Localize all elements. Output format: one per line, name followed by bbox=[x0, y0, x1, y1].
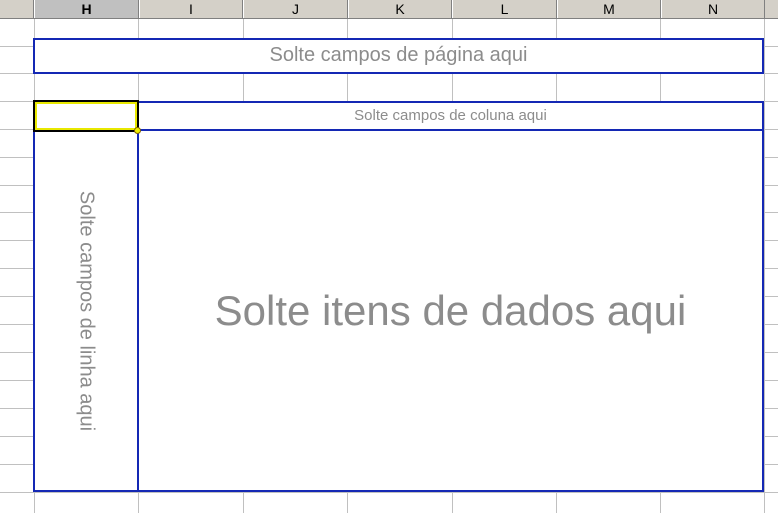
column-header-k[interactable]: K bbox=[348, 0, 452, 18]
data-zone-label: Solte itens de dados aqui bbox=[214, 286, 687, 334]
row-zone-label: Solte campos de linha aqui bbox=[75, 190, 98, 431]
column-header-m[interactable]: M bbox=[557, 0, 661, 18]
column-fields-drop-zone[interactable]: Solte campos de coluna aqui bbox=[137, 101, 764, 131]
gridline bbox=[0, 492, 778, 493]
active-cell-selection[interactable] bbox=[33, 100, 139, 132]
page-fields-drop-zone[interactable]: Solte campos de página aqui bbox=[33, 38, 764, 74]
column-zone-label: Solte campos de coluna aqui bbox=[354, 107, 547, 124]
row-fields-drop-zone[interactable]: Solte campos de linha aqui bbox=[33, 129, 139, 492]
spreadsheet-area[interactable]: H I J K L M N Solte campos de página aqu… bbox=[0, 0, 778, 513]
gridline bbox=[764, 19, 765, 513]
column-header-n[interactable]: N bbox=[661, 0, 765, 18]
column-header-i[interactable]: I bbox=[139, 0, 243, 18]
data-items-drop-zone[interactable]: Solte itens de dados aqui bbox=[137, 129, 764, 492]
column-header-l[interactable]: L bbox=[452, 0, 557, 18]
column-header-bar: H I J K L M N bbox=[0, 0, 778, 19]
column-header-j[interactable]: J bbox=[243, 0, 348, 18]
fill-handle[interactable] bbox=[134, 127, 141, 134]
column-header-h[interactable]: H bbox=[34, 0, 139, 18]
page-zone-label: Solte campos de página aqui bbox=[269, 44, 528, 66]
row-header-corner bbox=[0, 0, 34, 18]
